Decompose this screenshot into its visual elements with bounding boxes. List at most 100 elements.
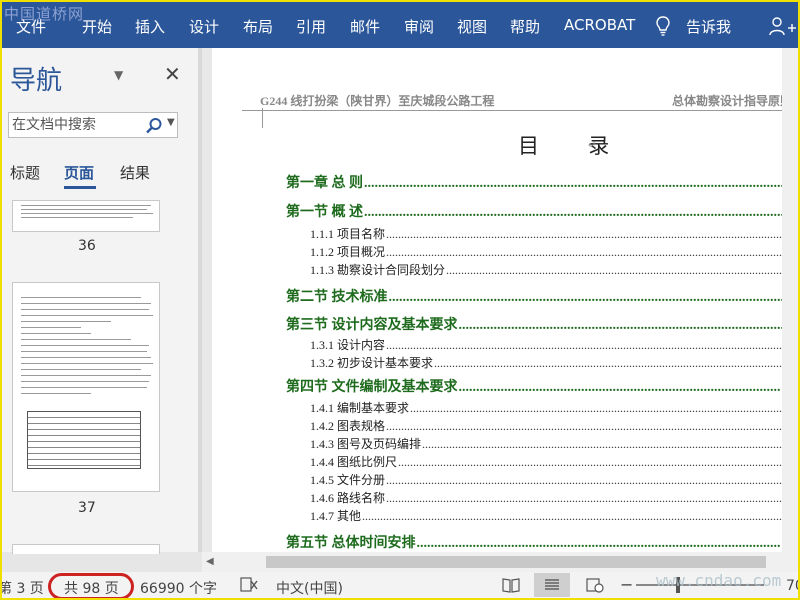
status-word-count[interactable]: 66990 个字	[140, 578, 217, 598]
toc-dot-leader	[459, 318, 788, 334]
toc-dot-leader	[389, 290, 788, 306]
nav-tab-pages[interactable]: 页面	[64, 162, 94, 183]
search-input[interactable]	[12, 115, 140, 135]
zoom-level[interactable]: 70	[786, 578, 798, 594]
toc-dot-leader	[386, 491, 784, 506]
toc-entry-section[interactable]: 第一章 总 则1↵	[286, 172, 798, 192]
lightbulb-icon[interactable]	[656, 16, 670, 36]
tab-design[interactable]: 设计	[189, 16, 219, 37]
active-tab-underline	[64, 186, 96, 189]
print-layout-button[interactable]	[534, 573, 570, 597]
proofing-icon[interactable]	[240, 577, 258, 593]
document-page[interactable]: G244 线打扮梁（陕甘界）至庆城段公路工程 总体勘察设计指导原则 目 录 ↵ …	[212, 48, 798, 552]
nav-pane-title: 导航	[10, 66, 63, 96]
tab-home[interactable]: 开始	[82, 16, 112, 37]
toc-entry-section[interactable]: 第四节 文件编制及基本要求10↵	[286, 376, 798, 396]
tab-acrobat[interactable]: ACROBAT	[564, 16, 635, 34]
toc-entry-subsection[interactable]: 1.4.5 文件分册11↵	[310, 471, 798, 488]
horizontal-scrollbar[interactable]: ◀	[202, 552, 798, 572]
toc-entry-text: 1.4.4 图纸比例尺	[310, 455, 398, 469]
header-rule	[242, 110, 798, 111]
tab-insert[interactable]: 插入	[135, 16, 165, 37]
toc-dot-leader	[364, 205, 787, 221]
watermark-logo-text: 中国道桥网	[4, 5, 85, 23]
toc-entry-text: 1.4.7 其他	[310, 509, 362, 523]
toc-entry-text: 第五节 总体时间安排	[286, 536, 416, 551]
toc-entry-subsection[interactable]: 1.4.1 编制基本要求10↵	[310, 399, 798, 416]
navigation-pane: 导航 ▼ ✕ ▼ 标题 页面 结果 36	[2, 48, 198, 554]
thumbnail-page-number: 37	[78, 500, 96, 516]
toc-entry-section[interactable]: 第一节 概 述1↵	[286, 201, 798, 221]
share-person-icon[interactable]	[768, 16, 796, 36]
toc-entry-subsection[interactable]: 1.1.1 项目名称1↵	[310, 225, 798, 242]
word-window: 文件 开始 插入 设计 布局 引用 邮件 审阅 视图 帮助 ACROBAT 告诉…	[0, 0, 800, 600]
toc-entry-section[interactable]: 第三节 设计内容及基本要求9↵	[286, 314, 798, 334]
toc-dot-leader	[386, 245, 790, 260]
toc-entry-text: 1.1.3 勘察设计合同段划分	[310, 263, 446, 277]
ribbon-tab-bar: 文件 开始 插入 设计 布局 引用 邮件 审阅 视图 帮助 ACROBAT 告诉…	[2, 2, 798, 48]
toc-dot-leader	[386, 338, 790, 353]
toc-entry-text: 1.4.2 图表规格	[310, 419, 386, 433]
toc-entry-subsection[interactable]: 1.3.1 设计内容9↵	[310, 336, 798, 353]
toc-entry-subsection[interactable]: 1.1.2 项目概况1↵	[310, 243, 798, 260]
search-icon[interactable]	[145, 117, 163, 135]
toc-entry-subsection[interactable]: 1.3.2 初步设计基本要求9↵	[310, 354, 798, 371]
toc-entry-text: 第二节 技术标准	[286, 290, 388, 305]
toc-entry-text: 1.4.6 路线名称	[310, 491, 386, 505]
toc-entry-subsection[interactable]: 1.4.3 图号及页码编排10↵	[310, 435, 798, 452]
toc-entry-text: 1.3.1 设计内容	[310, 338, 386, 352]
nav-tab-results[interactable]: 结果	[120, 162, 150, 183]
toc-entry-text: 1.4.3 图号及页码编排	[310, 437, 422, 451]
search-options-chevron-icon[interactable]: ▼	[167, 117, 175, 128]
toc-dot-leader	[386, 473, 784, 488]
tab-review[interactable]: 审阅	[404, 16, 434, 37]
status-language[interactable]: 中文(中国)	[276, 578, 343, 598]
scroll-left-arrow-icon[interactable]: ◀	[206, 556, 214, 567]
web-layout-icon[interactable]	[586, 577, 604, 593]
tab-mailings[interactable]: 邮件	[350, 16, 380, 37]
toc-entry-section[interactable]: 第五节 总体时间安排11↵	[286, 532, 798, 552]
page-thumbnail-38[interactable]	[12, 544, 160, 554]
close-icon[interactable]: ✕	[164, 62, 181, 86]
toc-entry-text: 第三节 设计内容及基本要求	[286, 318, 458, 333]
toc-entry-text: 第一章 总 则	[286, 176, 363, 191]
toc-dot-leader	[422, 437, 784, 452]
tab-view[interactable]: 视图	[457, 16, 487, 37]
page-thumbnail-37[interactable]	[12, 282, 160, 492]
toc-dot-leader	[398, 455, 784, 470]
toc-entry-subsection[interactable]: 1.1.3 勘察设计合同段划分6↵	[310, 261, 798, 278]
toc-dot-leader	[410, 401, 784, 416]
read-mode-icon[interactable]	[502, 577, 520, 593]
thumbnail-page-number: 36	[78, 238, 96, 254]
tab-references[interactable]: 引用	[296, 16, 326, 37]
status-page-number[interactable]: 第 3 页	[2, 578, 44, 598]
zoom-out-button[interactable]: −	[620, 575, 633, 594]
annotation-circle	[48, 573, 134, 598]
tab-help[interactable]: 帮助	[510, 16, 540, 37]
toc-entry-subsection[interactable]: 1.4.2 图表规格10↵	[310, 417, 798, 434]
nav-tab-headings[interactable]: 标题	[10, 162, 40, 183]
toc-entry-section[interactable]: 第二节 技术标准7↵	[286, 286, 798, 306]
page-thumbnail-36[interactable]	[12, 200, 160, 232]
tab-layout[interactable]: 布局	[243, 16, 273, 37]
toc-dot-leader	[386, 227, 790, 242]
crop-mark	[242, 108, 263, 128]
scroll-thumb[interactable]	[266, 556, 766, 568]
vertical-scrollbar[interactable]	[782, 48, 798, 552]
toc-entry-subsection[interactable]: 1.4.6 路线名称11↵	[310, 489, 798, 506]
toc-entry-subsection[interactable]: 1.4.4 图纸比例尺10↵	[310, 453, 798, 470]
tell-me-box[interactable]: 告诉我	[686, 16, 731, 37]
toc-dot-leader	[386, 419, 784, 434]
toc-title: 目 录	[518, 134, 632, 158]
toc-dot-leader	[362, 509, 784, 524]
toc-entry-text: 第四节 文件编制及基本要求	[286, 380, 458, 395]
nav-search-box[interactable]: ▼	[8, 112, 178, 138]
toc-entry-text: 1.3.2 初步设计基本要求	[310, 356, 434, 370]
toc-dot-leader	[364, 176, 787, 192]
toc-entry-text: 第一节 概 述	[286, 205, 363, 220]
toc-entry-subsection[interactable]: 1.4.7 其他11↵	[310, 507, 798, 524]
page-header-right: 总体勘察设计指导原则	[672, 94, 793, 108]
nav-options-chevron-icon[interactable]: ▼	[114, 68, 123, 82]
watermark-url: www.cndao.com	[656, 571, 782, 590]
document-canvas: G244 线打扮梁（陕甘界）至庆城段公路工程 总体勘察设计指导原则 目 录 ↵ …	[202, 48, 798, 552]
